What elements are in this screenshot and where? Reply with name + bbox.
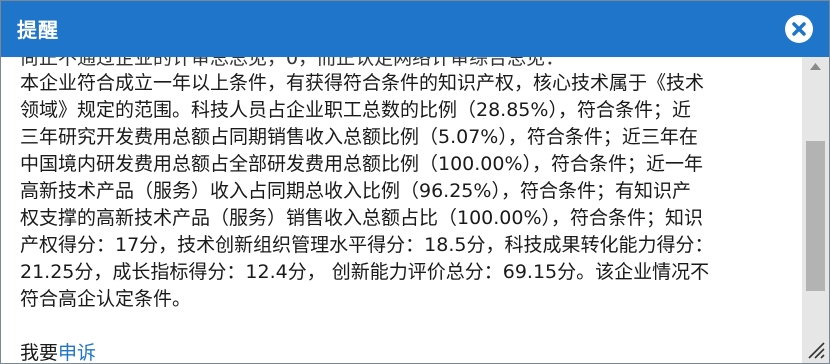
appeal-link[interactable]: 申诉 bbox=[58, 342, 96, 363]
appeal-prefix: 我要 bbox=[20, 342, 59, 363]
message-line: 产权得分：17分，技术创新组织管理水平得分：18.5分，科技成果转化能力得分： bbox=[20, 234, 714, 256]
message-line: 权支撑的高新技术产品（服务）销售收入总额占比（100.00%），符合条件；知识 bbox=[20, 207, 704, 229]
message-line: 21.25分，成长指标得分：12.4分， 创新能力评价总分：69.15分。该企业… bbox=[20, 261, 710, 283]
message-line: 符合高企认定条件。 bbox=[20, 288, 192, 310]
reminder-dialog: 提醒 尚正不通过企业的计审总总见，0，而正认足网络计审综合总见： 本企业符合成立… bbox=[0, 0, 830, 364]
scroll-up-arrow-icon[interactable] bbox=[802, 59, 829, 75]
message-line: 高新技术产品（服务）收入占同期总收入比例（96.25%），符合条件；有知识产 bbox=[20, 180, 691, 202]
message-line: 中国境内研发费用总额占全部研发费用总额比例（100.00%），符合条件；近一年 bbox=[20, 153, 704, 175]
message-line: 领域》规定的范围。科技人员占企业职工总数的比例（28.85%），符合条件；近 bbox=[20, 99, 691, 121]
scrollbar-thumb[interactable] bbox=[806, 141, 825, 291]
close-button[interactable] bbox=[785, 15, 813, 43]
message-line: 尚正不通过企业的计审总总见，0，而正认足网络计审综合总见： bbox=[20, 57, 565, 69]
vertical-scrollbar[interactable] bbox=[802, 57, 829, 363]
message-line: 三年研究开发费用总额占同期销售收入总额比例（5.07%），符合条件；近三年在 bbox=[20, 126, 698, 148]
dialog-title: 提醒 bbox=[17, 18, 59, 42]
dialog-content: 尚正不通过企业的计审总总见，0，而正认足网络计审综合总见： 本企业符合成立一年以… bbox=[1, 57, 801, 363]
appeal-row: 我要申诉 bbox=[20, 340, 96, 363]
close-icon bbox=[792, 22, 806, 36]
resize-grip-icon[interactable] bbox=[805, 339, 825, 359]
message-line: 本企业符合成立一年以上条件，有获得符合条件的知识产权，核心技术属于《技术 bbox=[20, 72, 705, 94]
dialog-titlebar: 提醒 bbox=[1, 1, 829, 57]
